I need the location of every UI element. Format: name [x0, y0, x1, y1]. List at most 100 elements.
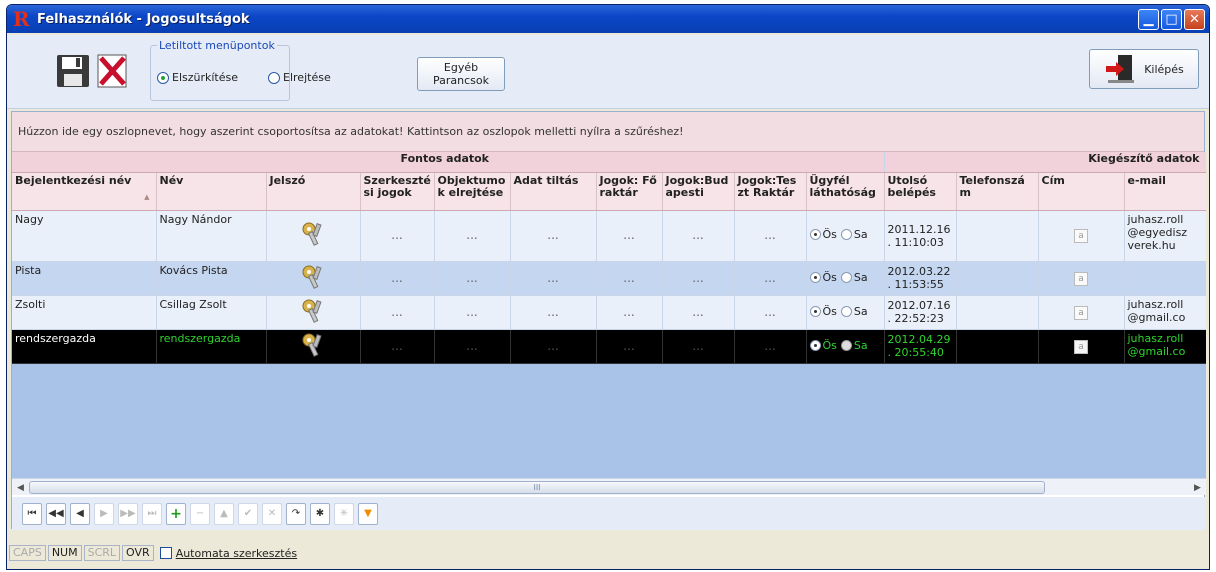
filter-button[interactable]: ▼ — [358, 502, 378, 525]
cell-email[interactable]: juhasz.roll @egyedisz verek.hu — [1124, 210, 1206, 262]
table-row[interactable]: Zsolti Csillag Zsolt.................. Ös S… — [12, 295, 1206, 330]
cell-rights-ellipsis[interactable]: ... — [360, 261, 435, 296]
last-record-button[interactable]: ⏭ — [142, 502, 162, 525]
close-button[interactable]: ✕ — [1184, 8, 1205, 30]
cell-email[interactable] — [1124, 261, 1206, 296]
cell-client-vis[interactable]: Ös Sa — [806, 261, 885, 296]
col-name[interactable]: Név — [156, 172, 267, 211]
vis-radio-2[interactable] — [840, 305, 852, 317]
table-row[interactable]: Nagy Nagy Nándor.................. Ös Sa 201… — [12, 210, 1206, 262]
bookmark-button[interactable]: ✱ — [310, 502, 330, 525]
cell-last-login[interactable]: 2012.03.22. 11:53:55 — [884, 261, 957, 296]
save-button[interactable] — [55, 52, 91, 90]
col-edit-rights[interactable]: Szerkeszté si jogok — [360, 172, 435, 211]
cell-password[interactable] — [266, 329, 361, 364]
col-rights-main[interactable]: Jogok: Fő raktár — [596, 172, 663, 211]
cell-rights-ellipsis[interactable]: ... — [434, 210, 511, 262]
col-client-vis[interactable]: Ügyfél láthatóság — [806, 172, 885, 211]
cell-login[interactable]: Zsolti — [12, 295, 157, 330]
cell-login[interactable]: Nagy — [12, 210, 157, 262]
cell-name[interactable]: Csillag Zsolt — [156, 295, 267, 330]
cell-rights-ellipsis[interactable]: ... — [596, 210, 663, 262]
col-email[interactable]: e-mail — [1124, 172, 1206, 211]
cell-rights-ellipsis[interactable]: ... — [434, 295, 511, 330]
refresh-button[interactable]: ↷ — [286, 502, 306, 525]
cell-client-vis[interactable]: Ös Sa — [806, 295, 885, 330]
cell-address[interactable]: a — [1038, 329, 1125, 364]
cell-phone[interactable] — [956, 329, 1039, 364]
prev-page-button[interactable]: ◀◀ — [46, 502, 66, 525]
group-by-area[interactable]: Húzzon ide egy oszlopnevet, hogy aszerin… — [12, 112, 1204, 152]
cell-rights-ellipsis[interactable]: ... — [662, 295, 735, 330]
auto-edit-checkbox[interactable] — [159, 547, 172, 559]
cell-password[interactable] — [266, 295, 361, 330]
cell-address[interactable]: a — [1038, 261, 1125, 296]
vis-radio-2[interactable] — [840, 339, 852, 351]
cell-rights-ellipsis[interactable]: ... — [434, 329, 511, 364]
vis-radio-1[interactable] — [809, 229, 821, 240]
edit-record-button[interactable]: ▲ — [214, 502, 234, 525]
add-record-button[interactable]: + — [166, 502, 186, 525]
next-page-button[interactable]: ▶▶ — [118, 502, 138, 525]
scroll-thumb[interactable]: III — [29, 481, 1045, 494]
exit-button[interactable]: Kilépés — [1089, 49, 1199, 89]
cell-name[interactable]: Nagy Nándor — [156, 210, 267, 262]
cell-rights-ellipsis[interactable]: ... — [360, 295, 435, 330]
col-rights-test[interactable]: Jogok:Tes zt Raktár — [734, 172, 807, 211]
cell-address[interactable]: a — [1038, 210, 1125, 262]
cell-rights-ellipsis[interactable]: ... — [596, 295, 663, 330]
vis-radio-1[interactable] — [809, 271, 821, 283]
post-edit-button[interactable]: ✔ — [238, 502, 258, 525]
cell-rights-ellipsis[interactable]: ... — [510, 329, 597, 364]
cell-rights-ellipsis[interactable]: ... — [662, 210, 735, 262]
vis-radio-2[interactable] — [840, 229, 852, 240]
cell-rights-ellipsis[interactable]: ... — [734, 295, 807, 330]
cell-email[interactable]: juhasz.roll @gmail.co — [1124, 295, 1206, 330]
cell-email[interactable]: juhasz.roll @gmail.co — [1124, 329, 1206, 364]
radio-hide[interactable]: Elrejtése — [268, 71, 331, 84]
prev-record-button[interactable]: ◀ — [70, 502, 90, 525]
vis-radio-1[interactable] — [809, 339, 821, 351]
cell-name[interactable]: rendszergazda — [156, 329, 267, 364]
table-row[interactable]: rendszergazda rendszergazda..............… — [12, 329, 1206, 364]
cell-phone[interactable] — [956, 261, 1039, 296]
maximize-button[interactable]: □ — [1161, 8, 1182, 30]
col-password[interactable]: Jelszó — [266, 172, 361, 211]
col-hide-objects[interactable]: Objektumo k elrejtése — [434, 172, 511, 211]
cell-rights-ellipsis[interactable]: ... — [596, 261, 663, 296]
scroll-right-icon[interactable]: ▶ — [1190, 480, 1205, 495]
cell-password[interactable] — [266, 210, 361, 262]
col-address[interactable]: Cím — [1038, 172, 1125, 211]
cell-login[interactable]: Pista — [12, 261, 157, 296]
cell-rights-ellipsis[interactable]: ... — [510, 261, 597, 296]
vis-radio-2[interactable] — [840, 271, 852, 283]
radio-hide-indicator[interactable] — [268, 71, 281, 84]
first-record-button[interactable]: ⏮ — [22, 502, 42, 525]
minimize-button[interactable]: ▁ — [1138, 8, 1159, 30]
cell-phone[interactable] — [956, 295, 1039, 330]
col-rights-bp[interactable]: Jogok:Bud apesti — [662, 172, 735, 211]
cell-name[interactable]: Kovács Pista — [156, 261, 267, 296]
cell-login[interactable]: rendszergazda — [12, 329, 157, 364]
vis-radio-1[interactable] — [809, 305, 821, 317]
cell-last-login[interactable]: 2012.07.16. 22:52:23 — [884, 295, 957, 330]
horizontal-scrollbar[interactable]: ◀ III ▶ — [12, 478, 1206, 495]
cell-last-login[interactable]: 2012.04.29. 20:55:40 — [884, 329, 957, 364]
cell-client-vis[interactable]: Ös Sa — [806, 210, 885, 262]
cell-rights-ellipsis[interactable]: ... — [360, 210, 435, 262]
cell-address[interactable]: a — [1038, 295, 1125, 330]
col-data-block[interactable]: Adat tiltás — [510, 172, 597, 211]
next-record-button[interactable]: ▶ — [94, 502, 114, 525]
cell-rights-ellipsis[interactable]: ... — [734, 329, 807, 364]
auto-edit-toggle[interactable]: Automata szerkesztés — [159, 547, 297, 560]
cell-rights-ellipsis[interactable]: ... — [510, 210, 597, 262]
radio-grey-indicator[interactable] — [157, 71, 169, 84]
cancel-button[interactable] — [95, 52, 131, 90]
goto-bookmark-button[interactable]: ✳ — [334, 502, 354, 525]
col-login[interactable]: Bejelentkezési név ▲ — [12, 172, 157, 211]
cell-rights-ellipsis[interactable]: ... — [434, 261, 511, 296]
users-grid[interactable]: Fontos adatok Kiegészítő adatok Bejelent… — [12, 152, 1206, 478]
cell-last-login[interactable]: 2011.12.16. 11:10:03 — [884, 210, 957, 262]
radio-grey-out[interactable]: Elszürkítése — [157, 71, 238, 84]
delete-record-button[interactable]: − — [190, 502, 210, 525]
